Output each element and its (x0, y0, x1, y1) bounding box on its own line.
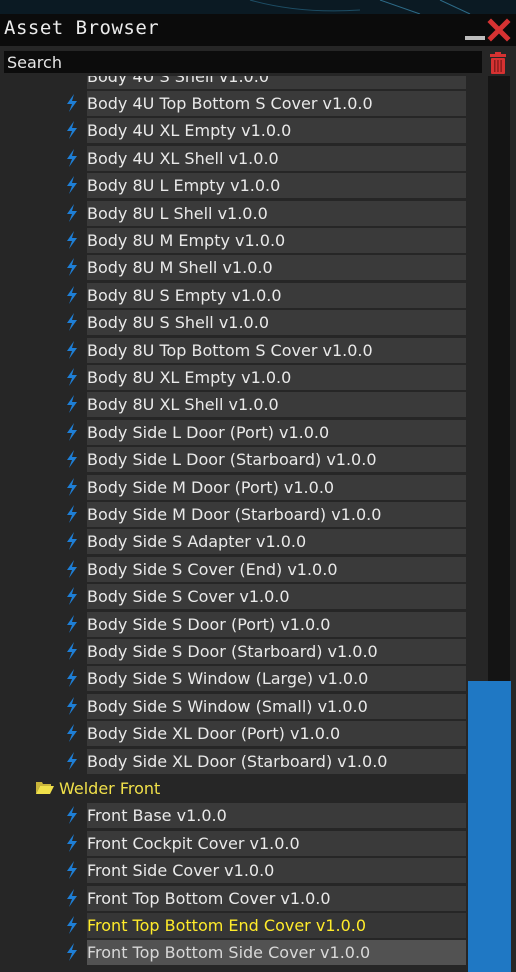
tree-item[interactable]: Body Side S Window (Small) v1.0.0 (87, 693, 466, 719)
tree-item[interactable]: Body Side M Door (Starboard) v1.0.0 (87, 502, 466, 527)
lightning-bolt-icon (65, 696, 79, 715)
tree-item[interactable]: Front Cockpit Cover v1.0.0 (87, 830, 466, 856)
lightning-bolt-icon (65, 943, 79, 962)
lightning-bolt-icon (65, 285, 79, 304)
tree-item[interactable]: Body 8U M Shell v1.0.0 (87, 255, 466, 281)
tree-item[interactable]: Body 8U S Shell v1.0.0 (87, 310, 466, 336)
tree-item[interactable]: Body 4U S Shell v1.0.0 (87, 76, 466, 89)
tree-item[interactable]: Body 8U S Empty v1.0.0 (87, 282, 466, 308)
lightning-bolt-icon (65, 395, 79, 414)
lightning-bolt-icon (65, 422, 79, 441)
window-title: Asset Browser (4, 17, 160, 39)
background-decoration (0, 0, 516, 14)
tree-item[interactable]: Front Top Bottom Side Cover v1.0.0 (87, 940, 466, 966)
minimize-button[interactable] (465, 36, 485, 40)
tree-item[interactable]: Front Side Cover v1.0.0 (87, 858, 466, 884)
lightning-bolt-icon (65, 532, 79, 551)
lightning-bolt-icon (65, 751, 79, 770)
lightning-bolt-icon (65, 258, 79, 277)
lightning-bolt-icon (65, 833, 79, 852)
folder-label: Welder Front (59, 779, 161, 798)
tree-item[interactable]: Body Side L Door (Starboard) v1.0.0 (87, 447, 466, 473)
lightning-bolt-icon (65, 861, 79, 880)
lightning-bolt-icon (65, 313, 79, 332)
tree-item[interactable]: Body Side XL Door (Port) v1.0.0 (87, 721, 466, 747)
lightning-bolt-icon (65, 176, 79, 195)
lightning-bolt-icon (65, 587, 79, 606)
scrollbar-thumb[interactable] (468, 681, 511, 972)
lightning-bolt-icon (65, 724, 79, 743)
lightning-bolt-icon (65, 505, 79, 523)
lightning-bolt-icon (65, 450, 79, 469)
lightning-bolt-icon (65, 340, 79, 359)
tree-item[interactable]: Body 8U XL Shell v1.0.0 (87, 392, 466, 418)
tree-item[interactable]: Body 8U M Empty v1.0.0 (87, 228, 466, 253)
title-bar[interactable]: Asset Browser (0, 14, 516, 46)
tree-item[interactable]: Body Side L Door (Port) v1.0.0 (87, 419, 466, 445)
tree-item[interactable]: Body Side S Door (Starboard) v1.0.0 (87, 639, 466, 664)
lightning-bolt-icon (65, 121, 79, 140)
tree-item[interactable]: Front Top Bottom End Cover v1.0.0 (87, 913, 466, 938)
lightning-bolt-icon (65, 231, 79, 249)
lightning-bolt-icon (65, 368, 79, 386)
tree-item[interactable]: Body 4U Top Bottom S Cover v1.0.0 (87, 91, 466, 116)
lightning-bolt-icon (65, 477, 79, 496)
lightning-bolt-icon (65, 203, 79, 222)
tree-item[interactable]: Body 8U Top Bottom S Cover v1.0.0 (87, 337, 466, 363)
tree-item[interactable]: Body Side S Cover v1.0.0 (87, 584, 466, 610)
lightning-bolt-icon (65, 148, 79, 167)
lightning-bolt-icon (65, 806, 79, 825)
trash-icon[interactable] (489, 52, 507, 74)
search-bar (0, 46, 516, 76)
lightning-bolt-icon (65, 888, 79, 907)
lightning-bolt-icon (65, 916, 79, 934)
tree-item[interactable]: Front Base v1.0.0 (87, 803, 466, 829)
tree-item[interactable]: Body 8U XL Empty v1.0.0 (87, 365, 466, 390)
tree-item[interactable]: Body Side M Door (Port) v1.0.0 (87, 474, 466, 500)
tree-item[interactable]: Body 4U XL Empty v1.0.0 (87, 118, 466, 144)
lightning-bolt-icon (65, 642, 79, 660)
tree-item[interactable]: Body Side XL Door (Starboard) v1.0.0 (87, 748, 466, 774)
tree-item[interactable]: Body 4U XL Shell v1.0.0 (87, 145, 466, 171)
asset-browser-window: Asset Browser Body 4U S Shell v1.0.0 Bod… (0, 14, 516, 972)
lightning-bolt-icon (65, 614, 79, 633)
tree-item[interactable]: Body 8U L Empty v1.0.0 (87, 173, 466, 199)
lightning-bolt-icon (65, 559, 79, 578)
tree-item[interactable]: Front Top Bottom Cover v1.0.0 (87, 885, 466, 911)
tree-item[interactable]: Body Side S Adapter v1.0.0 (87, 529, 466, 555)
tree-item[interactable]: Body Side S Cover (End) v1.0.0 (87, 556, 466, 582)
open-folder-icon (36, 782, 54, 794)
tree-item[interactable]: Body Side S Window (Large) v1.0.0 (87, 666, 466, 692)
lightning-bolt-icon (65, 669, 79, 688)
lightning-bolt-icon (65, 94, 79, 112)
search-input[interactable] (4, 51, 482, 73)
tree-item[interactable]: Body 8U L Shell v1.0.0 (87, 200, 466, 226)
asset-tree[interactable]: Body 4U S Shell v1.0.0 Body 4U Top Botto… (0, 76, 485, 972)
close-icon[interactable] (487, 18, 511, 42)
tree-item[interactable]: Body Side S Door (Port) v1.0.0 (87, 611, 466, 637)
